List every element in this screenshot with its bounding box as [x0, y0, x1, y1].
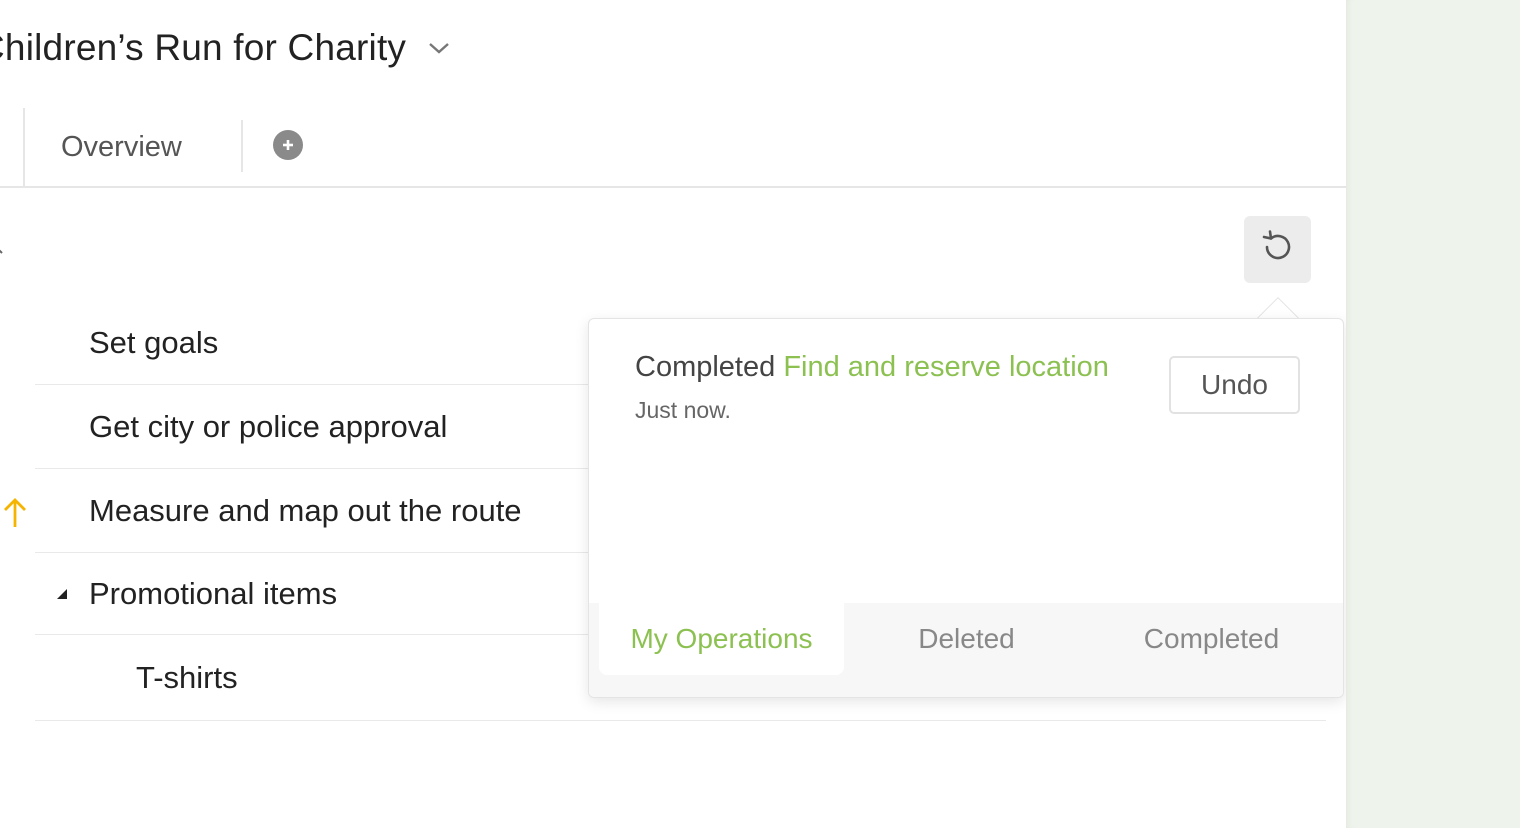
operation-time: Just now. — [635, 397, 731, 423]
undo-history-icon — [1259, 228, 1297, 271]
tab-my-operations[interactable]: My Operations — [599, 603, 844, 675]
history-tabs: My Operations Deleted Completed — [589, 603, 1343, 697]
task-label: T-shirts — [136, 659, 238, 695]
history-popover: Completed Find and reserve location Just… — [588, 318, 1344, 698]
task-label: Promotional items — [89, 575, 338, 611]
tab-overview-label: Overview — [61, 130, 182, 163]
task-label: Get city or police approval — [89, 408, 448, 444]
tab-bar: Overview — [0, 108, 1346, 188]
tab-completed[interactable]: Completed — [1089, 603, 1334, 675]
project-title: Children’s Run for Charity — [0, 27, 407, 68]
chevron-down-icon[interactable] — [426, 35, 452, 61]
popover-pointer — [1254, 296, 1302, 320]
task-label: Measure and map out the route — [89, 492, 522, 528]
arrow-up-icon — [0, 495, 32, 531]
history-button[interactable] — [1244, 216, 1311, 283]
tab-previous-edge[interactable] — [0, 108, 25, 188]
filter-caret-icon[interactable] — [0, 243, 8, 255]
operation-action: Completed — [635, 351, 776, 383]
tab-overview[interactable]: Overview — [25, 122, 215, 172]
tab-divider — [241, 120, 243, 172]
expand-triangle-icon[interactable] — [55, 587, 69, 601]
tab-deleted[interactable]: Deleted — [844, 603, 1089, 675]
undo-button[interactable]: Undo — [1169, 356, 1300, 414]
add-tab-icon[interactable] — [273, 130, 303, 160]
operation-target-link[interactable]: Find and reserve location — [783, 351, 1109, 383]
project-title-bar[interactable]: Children’s Run for Charity — [0, 20, 452, 76]
task-label: Set goals — [89, 325, 219, 360]
operation-description: Completed Find and reserve location — [635, 351, 1109, 384]
right-side-panel — [1346, 0, 1520, 828]
main-panel: Children’s Run for Charity Overview Set … — [0, 0, 1346, 828]
